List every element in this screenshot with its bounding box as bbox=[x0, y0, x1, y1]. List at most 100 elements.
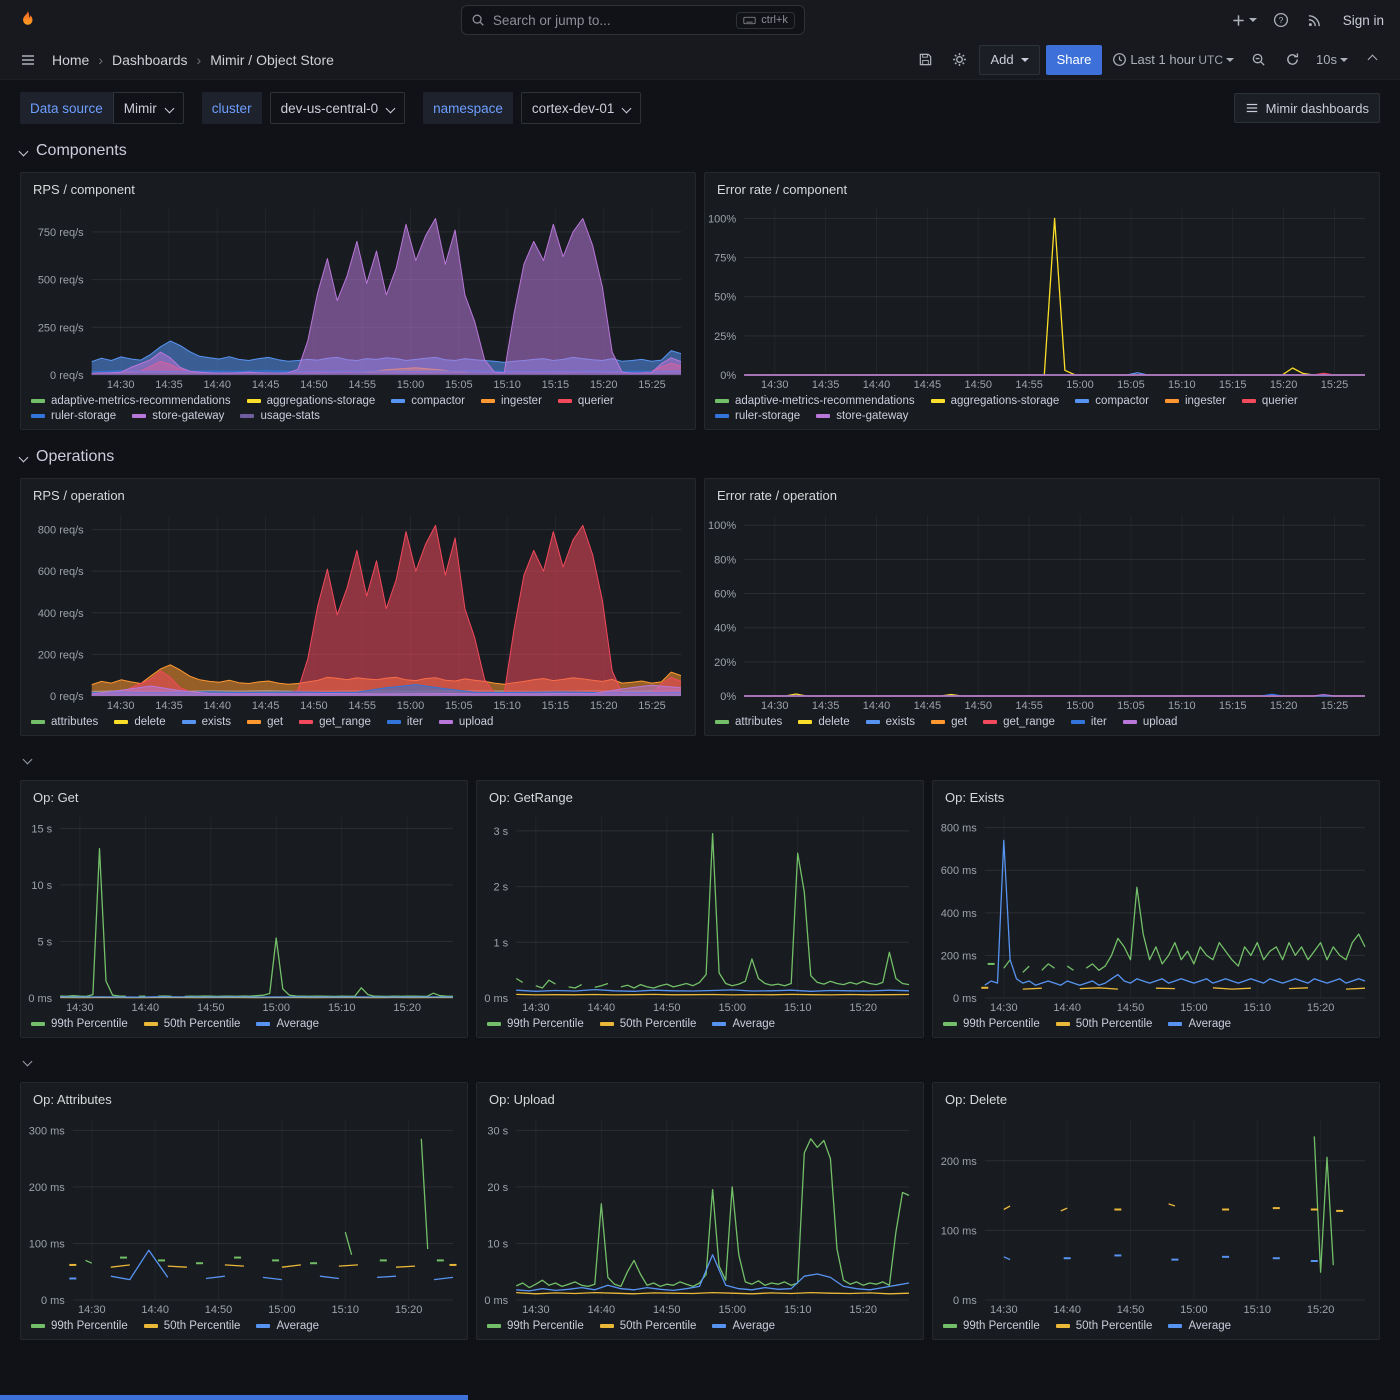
chart-op-upload[interactable]: 0 ms10 s20 s30 s14:3014:4014:5015:0015:1… bbox=[477, 1111, 923, 1317]
share-button[interactable]: Share bbox=[1046, 45, 1103, 75]
cluster-select[interactable]: dev-us-central-0 bbox=[270, 92, 406, 124]
legend-item[interactable]: upload bbox=[1123, 716, 1178, 728]
zoom-out-button[interactable] bbox=[1244, 45, 1272, 75]
legend-item[interactable]: usage-stats bbox=[240, 410, 319, 422]
grafana-logo-icon[interactable] bbox=[16, 9, 39, 32]
refresh-button[interactable] bbox=[1278, 45, 1306, 75]
help-button[interactable]: ? bbox=[1267, 5, 1295, 35]
chart-rps-component[interactable]: 0 req/s250 req/s500 req/s750 req/s14:301… bbox=[21, 201, 695, 392]
legend-item[interactable]: get_range bbox=[983, 716, 1055, 728]
legend-item[interactable]: 99th Percentile bbox=[487, 1018, 584, 1030]
legend-item[interactable]: Average bbox=[256, 1320, 319, 1332]
panel-title[interactable]: RPS / component bbox=[21, 173, 695, 201]
legend-item[interactable]: aggregations-storage bbox=[931, 395, 1060, 407]
legend-item[interactable]: compactor bbox=[391, 395, 465, 407]
panel-title[interactable]: Error rate / component bbox=[705, 173, 1379, 201]
legend-item[interactable]: delete bbox=[798, 716, 849, 728]
legend-item[interactable]: 50th Percentile bbox=[600, 1018, 697, 1030]
legend-item[interactable]: delete bbox=[114, 716, 165, 728]
svg-text:14:30: 14:30 bbox=[522, 1304, 550, 1316]
legend-item[interactable]: adaptive-metrics-recommendations bbox=[31, 395, 231, 407]
panel-title[interactable]: Op: Attributes bbox=[21, 1083, 467, 1111]
chart-error-rate-operation[interactable]: 0%20%40%60%80%100%14:3014:3514:4014:4514… bbox=[705, 507, 1379, 713]
sign-in-link[interactable]: Sign in bbox=[1343, 13, 1384, 28]
legend-item[interactable]: store-gateway bbox=[132, 410, 224, 422]
legend-item[interactable]: store-gateway bbox=[816, 410, 908, 422]
legend-swatch bbox=[715, 720, 729, 724]
section-operations[interactable]: Operations bbox=[20, 446, 1380, 468]
legend-item[interactable]: iter bbox=[1071, 716, 1107, 728]
legend-item[interactable]: 99th Percentile bbox=[943, 1320, 1040, 1332]
namespace-select[interactable]: cortex-dev-01 bbox=[521, 92, 642, 124]
save-dashboard-button[interactable] bbox=[911, 45, 939, 75]
panel-title[interactable]: RPS / operation bbox=[21, 479, 695, 507]
legend-item[interactable]: exists bbox=[182, 716, 231, 728]
legend-item[interactable]: Average bbox=[1168, 1018, 1231, 1030]
legend-item[interactable]: attributes bbox=[31, 716, 98, 728]
refresh-interval-picker[interactable]: 10s bbox=[1312, 45, 1352, 75]
legend-item[interactable]: attributes bbox=[715, 716, 782, 728]
legend-item[interactable]: 99th Percentile bbox=[31, 1018, 128, 1030]
legend-item[interactable]: ingester bbox=[481, 395, 542, 407]
legend-item[interactable]: Average bbox=[712, 1320, 775, 1332]
svg-text:750 req/s: 750 req/s bbox=[38, 227, 84, 239]
add-button[interactable]: Add bbox=[979, 45, 1039, 75]
legend-item[interactable]: Average bbox=[1168, 1320, 1231, 1332]
chart-error-rate-component[interactable]: 0%25%50%75%100%14:3014:3514:4014:4514:50… bbox=[705, 201, 1379, 392]
legend-item[interactable]: iter bbox=[387, 716, 423, 728]
legend-item[interactable]: 50th Percentile bbox=[1056, 1018, 1153, 1030]
menu-button[interactable] bbox=[14, 45, 42, 75]
chart-op-exists[interactable]: 0 ms200 ms400 ms600 ms800 ms14:3014:4014… bbox=[933, 809, 1379, 1015]
svg-text:0 ms: 0 ms bbox=[484, 993, 508, 1005]
panel-title[interactable]: Op: GetRange bbox=[477, 781, 923, 809]
legend-item[interactable]: get_range bbox=[299, 716, 371, 728]
panel-title[interactable]: Error rate / operation bbox=[705, 479, 1379, 507]
panel-title[interactable]: Op: Upload bbox=[477, 1083, 923, 1111]
section-components[interactable]: Components bbox=[20, 140, 1380, 162]
legend-item[interactable]: get bbox=[247, 716, 283, 728]
legend-item[interactable]: adaptive-metrics-recommendations bbox=[715, 395, 915, 407]
legend-item[interactable]: ruler-storage bbox=[715, 410, 800, 422]
legend-item[interactable]: 99th Percentile bbox=[943, 1018, 1040, 1030]
legend-item[interactable]: get bbox=[931, 716, 967, 728]
chart-op-attributes[interactable]: 0 ms100 ms200 ms300 ms14:3014:4014:5015:… bbox=[21, 1111, 467, 1317]
legend-item[interactable]: Average bbox=[256, 1018, 319, 1030]
chart-op-delete[interactable]: 0 ms100 ms200 ms14:3014:4014:5015:0015:1… bbox=[933, 1111, 1379, 1317]
legend-item[interactable]: ingester bbox=[1165, 395, 1226, 407]
legend-item[interactable]: querier bbox=[1242, 395, 1298, 407]
legend-item[interactable]: 50th Percentile bbox=[144, 1320, 241, 1332]
row-collapse-toggle[interactable] bbox=[20, 1048, 35, 1074]
collapse-toolbar-button[interactable] bbox=[1358, 45, 1386, 75]
dashboard-settings-button[interactable] bbox=[945, 45, 973, 75]
breadcrumb-home[interactable]: Home bbox=[52, 52, 89, 68]
panel-title[interactable]: Op: Exists bbox=[933, 781, 1379, 809]
panel-title[interactable]: Op: Get bbox=[21, 781, 467, 809]
time-range-picker[interactable]: Last 1 hour UTC bbox=[1108, 45, 1238, 75]
legend-item[interactable]: 50th Percentile bbox=[600, 1320, 697, 1332]
breadcrumb-dashboards[interactable]: Dashboards bbox=[112, 52, 188, 68]
legend-item[interactable]: compactor bbox=[1075, 395, 1149, 407]
legend-item[interactable]: ruler-storage bbox=[31, 410, 116, 422]
legend-item[interactable]: aggregations-storage bbox=[247, 395, 376, 407]
legend-item[interactable]: upload bbox=[439, 716, 494, 728]
news-button[interactable] bbox=[1301, 5, 1329, 35]
legend-item[interactable]: 50th Percentile bbox=[1056, 1320, 1153, 1332]
new-button[interactable] bbox=[1227, 5, 1261, 35]
datasource-select[interactable]: Mimir bbox=[113, 92, 184, 124]
chart-op-get[interactable]: 0 ms5 s10 s15 s14:3014:4014:5015:0015:10… bbox=[21, 809, 467, 1015]
chart-rps-operation[interactable]: 0 req/s200 req/s400 req/s600 req/s800 re… bbox=[21, 507, 695, 713]
mimir-dashboards-button[interactable]: Mimir dashboards bbox=[1234, 93, 1380, 123]
legend-item[interactable]: exists bbox=[866, 716, 915, 728]
row-collapse-toggle[interactable] bbox=[20, 746, 35, 772]
panel-title[interactable]: Op: Delete bbox=[933, 1083, 1379, 1111]
legend-item[interactable]: 99th Percentile bbox=[487, 1320, 584, 1332]
horizontal-scrollbar-thumb[interactable] bbox=[0, 1395, 468, 1400]
svg-text:0 req/s: 0 req/s bbox=[50, 370, 84, 382]
legend-item[interactable]: Average bbox=[712, 1018, 775, 1030]
legend-item[interactable]: 99th Percentile bbox=[31, 1320, 128, 1332]
search-input[interactable]: Search or jump to... ctrl+k bbox=[461, 5, 805, 35]
legend-item[interactable]: 50th Percentile bbox=[144, 1018, 241, 1030]
chart-op-getrange[interactable]: 0 ms1 s2 s3 s14:3014:4014:5015:0015:1015… bbox=[477, 809, 923, 1015]
legend-item[interactable]: querier bbox=[558, 395, 614, 407]
variables-row: Data source Mimir cluster dev-us-central… bbox=[20, 92, 1380, 124]
